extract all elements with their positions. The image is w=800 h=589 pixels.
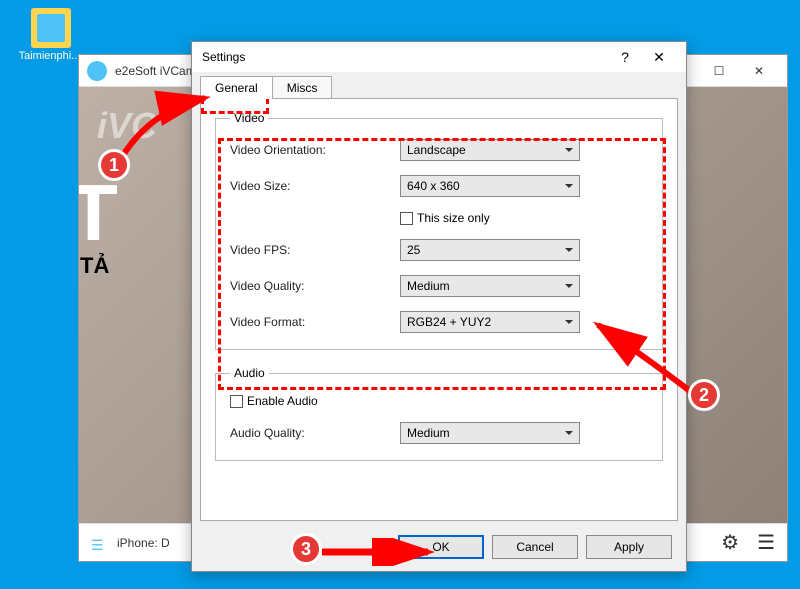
tab-miscs[interactable]: Miscs bbox=[272, 76, 333, 99]
dialog-title: Settings bbox=[202, 50, 608, 64]
help-button[interactable]: ? bbox=[608, 49, 642, 65]
tab-panel-general: Video Video Orientation: Landscape Video… bbox=[200, 98, 678, 521]
wifi-icon bbox=[91, 537, 107, 549]
video-quality-label: Video Quality: bbox=[230, 279, 400, 293]
shortcut-icon bbox=[31, 8, 71, 48]
maximize-button[interactable]: ☐ bbox=[699, 57, 739, 85]
video-size-select[interactable]: 640 x 360 bbox=[400, 175, 580, 197]
enable-audio-checkbox[interactable]: Enable Audio bbox=[230, 394, 648, 408]
overlay-text-large: T bbox=[79, 167, 118, 259]
dialog-close-button[interactable]: ✕ bbox=[642, 49, 676, 66]
dialog-button-row: OK Cancel Apply bbox=[192, 527, 686, 571]
hamburger-icon[interactable]: ☰ bbox=[757, 530, 775, 555]
tab-strip: General Miscs bbox=[200, 76, 678, 99]
gear-icon[interactable]: ⚙ bbox=[721, 530, 739, 555]
ok-button[interactable]: OK bbox=[398, 535, 484, 559]
apply-button[interactable]: Apply bbox=[586, 535, 672, 559]
this-size-only-label: This size only bbox=[417, 211, 490, 225]
app-icon bbox=[87, 61, 107, 81]
video-group: Video Video Orientation: Landscape Video… bbox=[215, 111, 663, 350]
settings-dialog: Settings ? ✕ General Miscs Video Video O… bbox=[191, 41, 687, 572]
video-fps-select[interactable]: 25 bbox=[400, 239, 580, 261]
video-size-label: Video Size: bbox=[230, 179, 400, 193]
video-quality-select[interactable]: Medium bbox=[400, 275, 580, 297]
checkbox-icon bbox=[400, 212, 413, 225]
desktop-shortcut[interactable]: Taimienphi.... bbox=[18, 8, 84, 62]
this-size-only-checkbox[interactable]: This size only bbox=[400, 211, 648, 225]
tab-general[interactable]: General bbox=[200, 76, 273, 99]
audio-legend: Audio bbox=[230, 366, 269, 380]
audio-quality-select[interactable]: Medium bbox=[400, 422, 580, 444]
watermark-text: iVC bbox=[97, 105, 157, 147]
audio-group: Audio Enable Audio Audio Quality: Medium bbox=[215, 366, 663, 461]
close-button[interactable]: ✕ bbox=[739, 57, 779, 85]
dialog-titlebar: Settings ? ✕ bbox=[192, 42, 686, 72]
checkbox-icon bbox=[230, 395, 243, 408]
overlay-text-small: TẢ bbox=[80, 253, 109, 279]
audio-quality-label: Audio Quality: bbox=[230, 426, 400, 440]
video-orientation-select[interactable]: Landscape bbox=[400, 139, 580, 161]
video-format-label: Video Format: bbox=[230, 315, 400, 329]
video-orientation-label: Video Orientation: bbox=[230, 143, 400, 157]
video-fps-label: Video FPS: bbox=[230, 243, 400, 257]
video-format-select[interactable]: RGB24 + YUY2 bbox=[400, 311, 580, 333]
video-legend: Video bbox=[230, 111, 268, 125]
cancel-button[interactable]: Cancel bbox=[492, 535, 578, 559]
enable-audio-label: Enable Audio bbox=[247, 394, 318, 408]
shortcut-label: Taimienphi.... bbox=[18, 50, 84, 62]
